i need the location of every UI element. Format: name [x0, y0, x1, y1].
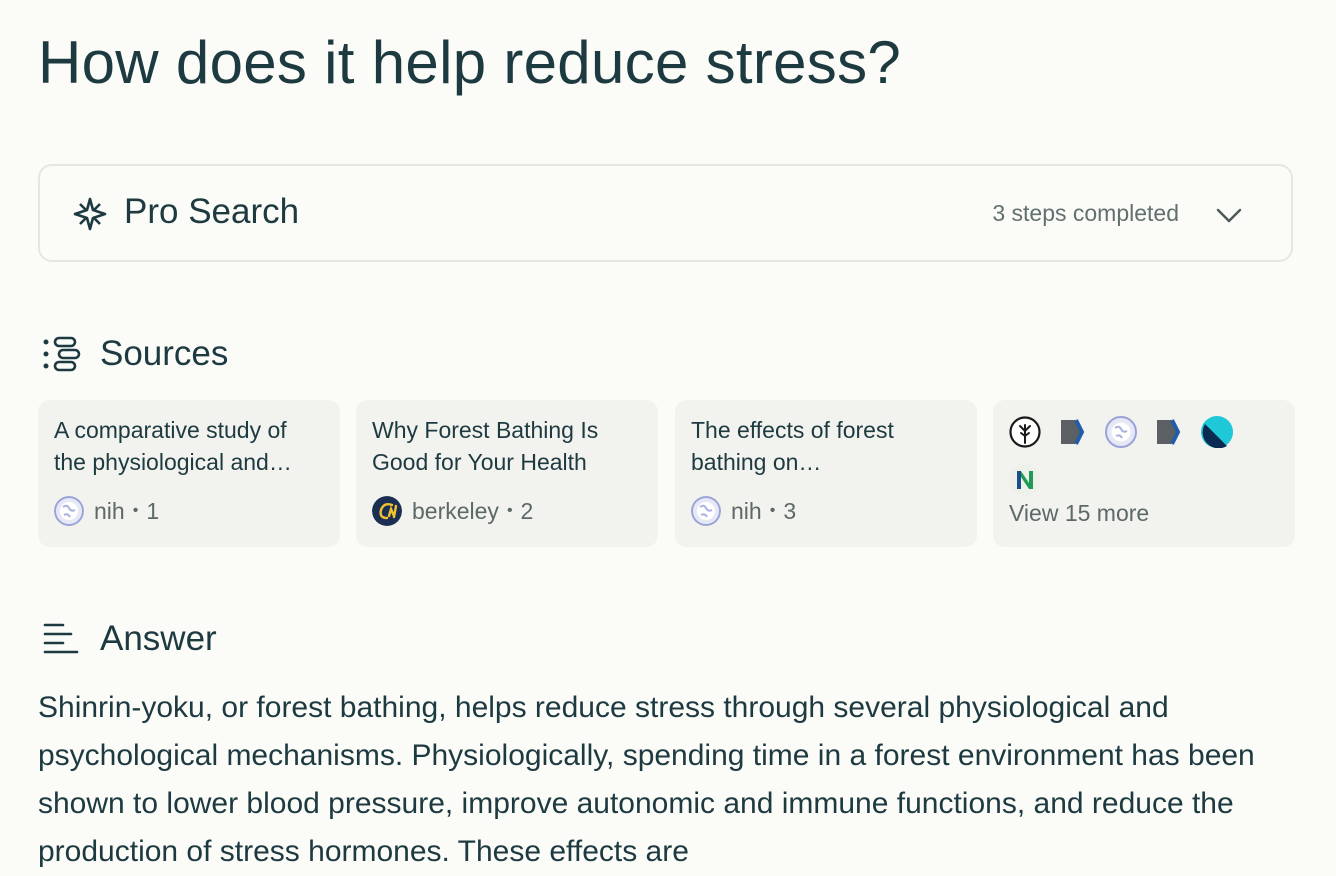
source-index: 2: [520, 497, 534, 524]
pro-search-panel[interactable]: Pro Search 3 steps completed: [38, 164, 1293, 262]
n-logo-icon: [1009, 464, 1041, 496]
globe-icon: [691, 496, 721, 526]
separator-dot: •: [506, 502, 513, 519]
source-site: nih: [94, 497, 125, 524]
pro-search-status: 3 steps completed: [992, 200, 1179, 226]
source-meta: berkeley • 2: [372, 496, 533, 526]
sources-heading: Sources: [100, 334, 229, 373]
view-more-sources-card[interactable]: View 15 more: [993, 400, 1295, 547]
source-title: The effects of forest bathing on…: [691, 417, 894, 475]
source-meta: nih • 1: [54, 496, 159, 526]
source-meta: nih • 3: [691, 496, 796, 526]
teal-circle-icon: [1201, 416, 1233, 448]
source-site: berkeley: [412, 497, 499, 524]
pro-search-title: Pro Search: [124, 192, 300, 231]
page-title: How does it help reduce stress?: [38, 29, 902, 96]
source-title: A comparative study of the physiological…: [54, 417, 292, 475]
separator-dot: •: [132, 502, 139, 519]
answer-header: Answer: [42, 619, 217, 659]
cal-logo-icon: [372, 496, 402, 526]
source-index: 3: [783, 497, 797, 524]
chevron-logo-icon: [1061, 419, 1085, 445]
source-site: nih: [731, 497, 762, 524]
view-more-label: View 15 more: [1009, 500, 1150, 526]
answer-heading: Answer: [100, 619, 217, 658]
chevron-down-icon[interactable]: [1215, 204, 1243, 226]
separator-dot: •: [769, 502, 776, 519]
globe-icon: [1105, 416, 1137, 448]
answer-lines-icon: [43, 623, 79, 654]
source-card[interactable]: The effects of forest bathing on… nih • …: [675, 400, 977, 547]
tree-icon: [1009, 416, 1041, 448]
source-index: 1: [146, 497, 160, 524]
chevron-logo-icon: [1157, 419, 1181, 445]
source-card[interactable]: A comparative study of the physiological…: [38, 400, 340, 547]
sources-list-icon: [43, 336, 81, 372]
sources-header: Sources: [42, 334, 228, 374]
answer-body: Shinrin-yoku, or forest bathing, helps r…: [38, 691, 1255, 868]
source-title: Why Forest Bathing Is Good for Your Heal…: [372, 417, 599, 475]
globe-icon: [54, 496, 84, 526]
sparkle-icon: [73, 197, 107, 231]
source-card[interactable]: Why Forest Bathing Is Good for Your Heal…: [356, 400, 658, 547]
